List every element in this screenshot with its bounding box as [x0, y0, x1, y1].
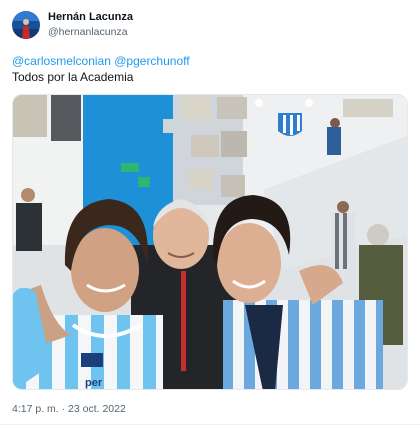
author-avatar[interactable] — [12, 11, 40, 39]
mention-pgerchunoff[interactable]: @pgerchunoff — [114, 54, 189, 68]
author-display-name[interactable]: Hernán Lacunza — [48, 11, 133, 23]
tweet-text: Todos por la Academia — [12, 70, 134, 84]
divider — [0, 424, 420, 425]
tweet-timestamp[interactable]: 4:17 p. m. · 23 oct. 2022 — [12, 403, 126, 415]
mentions-line: @carlosmelconian @pgerchunoff — [12, 54, 190, 68]
avatar-image — [12, 11, 40, 39]
tweet-card: Hernán Lacunza @hernanlacunza @carlosmel… — [0, 0, 420, 429]
left-man-face — [71, 228, 139, 312]
jersey-sponsor-text: per — [85, 377, 103, 389]
selfie-photo: per — [13, 95, 407, 389]
author-handle[interactable]: @hernanlacunza — [48, 26, 128, 38]
right-man-face — [217, 223, 281, 303]
tweet-photo[interactable]: per — [12, 94, 408, 390]
mention-carlosmelconian[interactable]: @carlosmelconian — [12, 54, 111, 68]
